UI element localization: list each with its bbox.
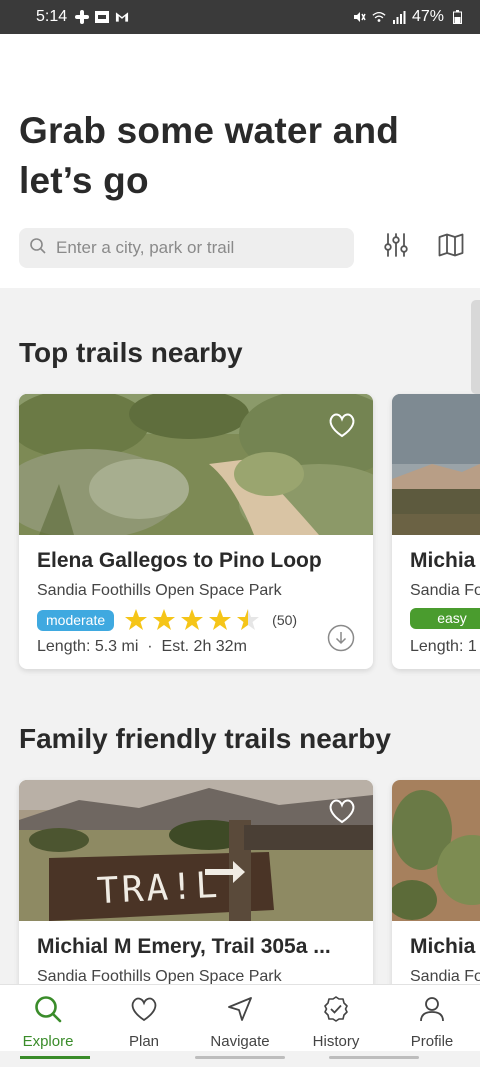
recent-gesture-handle[interactable]	[329, 1056, 419, 1059]
page-title: Grab some water and let’s go	[19, 110, 400, 201]
battery-icon	[450, 10, 464, 24]
trail-name: Michia	[410, 549, 476, 572]
battery-percent: 47%	[411, 8, 444, 25]
star-icon	[181, 609, 204, 630]
map-button[interactable]	[436, 232, 466, 262]
navigate-icon	[225, 994, 255, 1029]
star-icon	[209, 609, 232, 630]
bottom-nav: Explore Plan Navigate History Profile	[0, 984, 480, 1051]
trail-meta: Length: 5.3 mi · Est. 2h 32m	[37, 638, 247, 656]
slack-icon	[75, 10, 90, 24]
favorite-heart-icon[interactable]	[327, 796, 357, 826]
download-icon[interactable]	[327, 624, 355, 652]
heart-icon	[129, 994, 159, 1029]
explore-header: Grab some water and let’s go	[0, 34, 480, 288]
section-title-family-friendly: Family friendly trails nearby	[19, 723, 391, 754]
home-gesture-handle[interactable]	[195, 1056, 285, 1059]
search-icon	[33, 994, 63, 1029]
profile-icon	[417, 994, 447, 1029]
filter-sliders-icon	[383, 232, 409, 263]
filter-button[interactable]	[381, 232, 411, 262]
status-bar: 5:14 47%	[0, 0, 480, 34]
rating-row: moderate (50)	[37, 608, 297, 632]
history-check-icon	[321, 994, 351, 1029]
active-tab-indicator	[20, 1056, 90, 1059]
nav-label: Navigate	[210, 1033, 270, 1050]
nav-label: History	[312, 1033, 360, 1050]
rating-row: easy	[410, 608, 480, 629]
nav-label: Plan	[128, 1033, 160, 1050]
star-icon	[125, 609, 148, 630]
nav-plan[interactable]: Plan	[96, 985, 192, 1051]
search-icon	[29, 237, 47, 260]
half-star-icon	[237, 609, 260, 630]
trail-length: Length: 1	[410, 638, 477, 655]
trail-park: Sandia Fo	[410, 582, 480, 599]
search-bar[interactable]	[19, 228, 354, 268]
wifi-icon	[372, 10, 386, 24]
trail-card[interactable]: Elena Gallegos to Pino Loop Sandia Footh…	[19, 394, 373, 669]
signal-icon	[392, 10, 406, 24]
trail-name: Elena Gallegos to Pino Loop	[37, 549, 322, 572]
trail-name: Michia	[410, 935, 476, 958]
gesture-area	[0, 1051, 480, 1067]
map-icon	[438, 233, 464, 262]
nav-label: Explore	[22, 1033, 74, 1050]
nt-icon	[95, 10, 110, 24]
trail-photo	[19, 394, 373, 535]
trail-name: Michial M Emery, Trail 305a ...	[37, 935, 331, 958]
star-icon	[153, 609, 176, 630]
star-rating	[124, 608, 260, 632]
nav-profile[interactable]: Profile	[384, 985, 480, 1051]
nav-navigate[interactable]: Navigate	[192, 985, 288, 1051]
trail-length: Length: 5.3 mi	[37, 638, 139, 655]
favorite-heart-icon[interactable]	[327, 410, 357, 440]
difficulty-badge: easy	[410, 608, 480, 629]
trail-photo	[392, 780, 480, 921]
section-title-top-trails: Top trails nearby	[19, 337, 243, 368]
difficulty-badge: moderate	[37, 609, 115, 631]
meta-separator: ·	[142, 638, 162, 655]
nav-history[interactable]: History	[288, 985, 384, 1051]
mute-icon	[352, 10, 366, 24]
arrow-sign-icon	[203, 858, 247, 891]
nav-label: Profile	[410, 1033, 454, 1050]
scroll-indicator	[471, 300, 480, 394]
gmail-icon	[115, 10, 129, 24]
trail-photo	[392, 394, 480, 535]
status-time: 5:14	[36, 8, 68, 25]
trail-estimate: Est. 2h 32m	[161, 638, 247, 655]
trail-card-partial[interactable]: Michia Sandia Fo easy Length: 1	[392, 394, 480, 669]
search-input[interactable]	[56, 238, 336, 258]
nav-explore[interactable]: Explore	[0, 985, 96, 1051]
review-count: (50)	[272, 612, 298, 628]
trail-park: Sandia Foothills Open Space Park	[37, 582, 282, 599]
